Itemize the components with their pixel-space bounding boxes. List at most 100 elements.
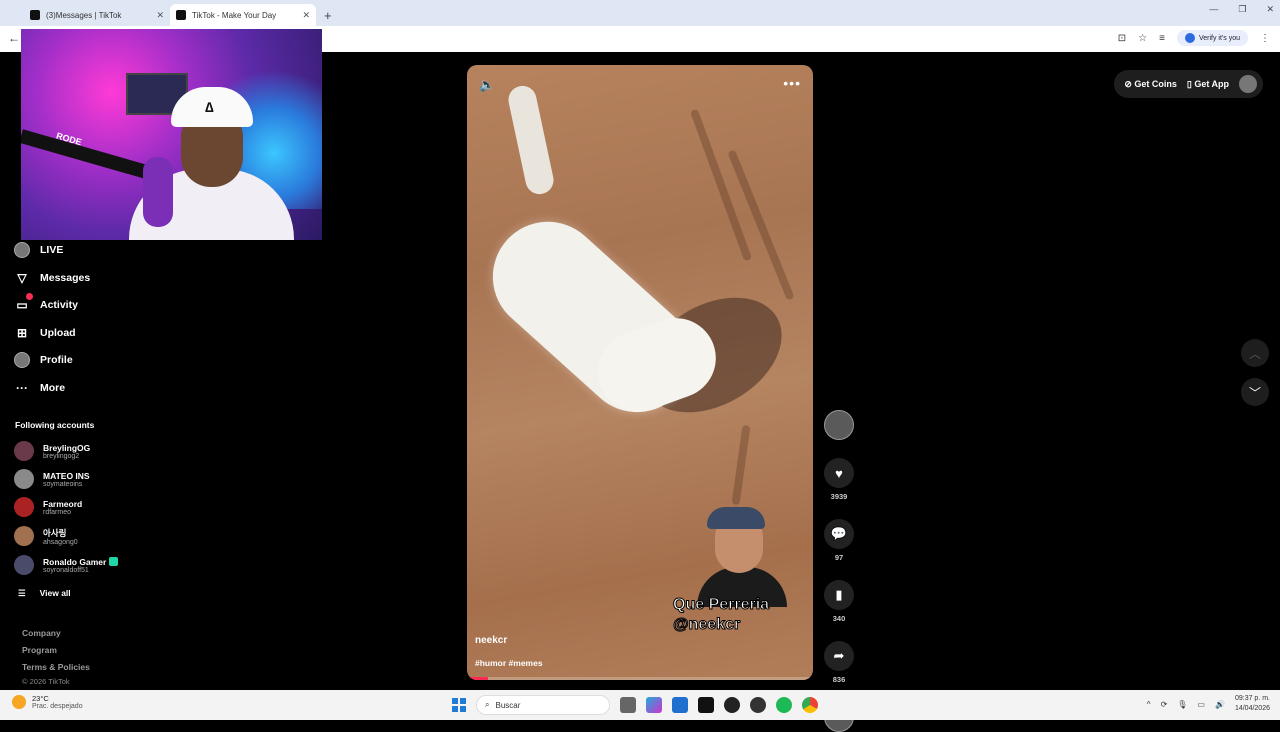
footer-link-terms[interactable]: Terms & Policies bbox=[22, 662, 90, 672]
bookmark-icon[interactable]: ▮ bbox=[824, 580, 854, 610]
dog-tail bbox=[505, 83, 557, 197]
capcut-icon[interactable] bbox=[698, 697, 714, 713]
messages-icon: ▽ bbox=[17, 271, 27, 285]
share-count: 836 bbox=[832, 675, 846, 684]
live-avatar-icon bbox=[14, 242, 30, 258]
overlay-caption-handle: @neekcr bbox=[672, 616, 741, 634]
microphone bbox=[143, 157, 173, 227]
following-account[interactable]: MATEO INS soymateoins bbox=[14, 469, 90, 489]
weather-condition: Prac. despejado bbox=[32, 703, 83, 710]
obs-icon[interactable] bbox=[724, 697, 740, 713]
install-icon[interactable]: ⊡ bbox=[1118, 33, 1126, 44]
sidebar-item-upload[interactable]: ⊞ Upload bbox=[14, 325, 76, 341]
account-handle: soymateoins bbox=[43, 480, 83, 488]
user-avatar[interactable] bbox=[1239, 75, 1257, 93]
avatar bbox=[14, 441, 34, 461]
maximize-icon[interactable]: ❐ bbox=[1238, 4, 1246, 15]
recorder-icon[interactable] bbox=[750, 697, 766, 713]
more-icon: ··· bbox=[16, 381, 28, 395]
creator-cap bbox=[707, 507, 765, 529]
account-handle: ahsagong0 bbox=[43, 538, 78, 546]
bookmark-star-icon[interactable]: ☆ bbox=[1138, 33, 1147, 44]
overlay-caption-line: Que Perreria bbox=[672, 596, 770, 614]
sidebar-item-profile[interactable]: Profile bbox=[14, 352, 73, 368]
like-action[interactable]: ♥ 3939 bbox=[823, 458, 855, 501]
following-account[interactable]: BreylingOG breylingog2 bbox=[14, 441, 90, 461]
account-handle: soyronaldoff51 bbox=[43, 566, 89, 574]
search-icon: ⌕ bbox=[485, 700, 490, 709]
get-app-label: Get App bbox=[1194, 78, 1229, 89]
store-icon[interactable] bbox=[672, 697, 688, 713]
speaker-icon[interactable]: 🔊 bbox=[1215, 700, 1225, 709]
close-icon[interactable]: ✕ bbox=[302, 10, 310, 21]
minimize-icon[interactable]: — bbox=[1209, 4, 1218, 15]
window-controls: — ❐ ✕ bbox=[1209, 4, 1274, 15]
video-progress-bar[interactable] bbox=[467, 677, 813, 680]
close-icon[interactable]: ✕ bbox=[156, 10, 164, 21]
sidebar-item-more[interactable]: ··· More bbox=[14, 380, 65, 396]
tab-tiktok[interactable]: TikTok - Make Your Day ✕ bbox=[170, 4, 316, 26]
video-player[interactable]: 🔈 ••• Que Perreria @neekcr neekcr #humor… bbox=[467, 65, 813, 680]
verify-button[interactable]: Verify it's you bbox=[1176, 30, 1248, 46]
sidebar-item-live[interactable]: LIVE bbox=[14, 242, 63, 258]
chrome-icon[interactable] bbox=[802, 697, 818, 713]
activity-icon: ▭ bbox=[14, 293, 33, 313]
chevron-down-icon: ﹀ bbox=[1248, 385, 1261, 400]
footer-link-company[interactable]: Company bbox=[22, 628, 61, 638]
back-icon[interactable]: ← bbox=[8, 31, 20, 45]
media-icon[interactable]: ≡ bbox=[1159, 33, 1165, 44]
comment-icon[interactable]: 💬 bbox=[824, 519, 854, 549]
taskbar-apps: ⌕ Buscar bbox=[452, 695, 818, 715]
video-author[interactable]: neekcr bbox=[475, 635, 507, 646]
sidebar-item-label: Upload bbox=[40, 327, 76, 339]
sync-icon[interactable]: ⟳ bbox=[1161, 700, 1168, 709]
previous-video-button[interactable]: ︿ bbox=[1241, 339, 1269, 367]
heart-icon[interactable]: ♥ bbox=[824, 458, 854, 488]
save-action[interactable]: ▮ 340 bbox=[823, 580, 855, 623]
comment-action[interactable]: 💬 97 bbox=[823, 519, 855, 562]
list-icon: ☰ bbox=[18, 588, 26, 598]
coin-icon: ⊘ bbox=[1124, 78, 1135, 89]
account-name: Farmeord bbox=[43, 498, 83, 509]
following-account[interactable]: Farmeord rdfarmeo bbox=[14, 497, 82, 517]
sidebar-item-label: LIVE bbox=[40, 244, 64, 256]
get-app-button[interactable]: ▯ Get App bbox=[1187, 79, 1229, 90]
close-window-icon[interactable]: ✕ bbox=[1266, 4, 1274, 15]
sidebar-item-messages[interactable]: ▽ Messages bbox=[14, 270, 90, 286]
next-video-button[interactable]: ﹀ bbox=[1241, 378, 1269, 406]
following-account[interactable]: Ronaldo Gamer soyronaldoff51 bbox=[14, 555, 119, 575]
menu-kebab-icon[interactable]: ⋮ bbox=[1260, 33, 1270, 44]
tab-messages[interactable]: (3)Messages | TikTok ✕ bbox=[24, 4, 170, 26]
browser-tab-bar: (3)Messages | TikTok ✕ TikTok - Make You… bbox=[0, 0, 1280, 26]
volume-icon[interactable]: 🔈 bbox=[479, 77, 495, 93]
copilot-icon[interactable] bbox=[646, 697, 662, 713]
footer-link-program[interactable]: Program bbox=[22, 645, 57, 655]
get-coins-button[interactable]: ⊘ Get Coins bbox=[1124, 79, 1177, 90]
video-hashtags[interactable]: #humor #memes bbox=[475, 658, 543, 668]
clock[interactable]: 09:37 p. m. 14/04/2026 bbox=[1235, 694, 1270, 714]
verify-label: Verify it's you bbox=[1198, 34, 1240, 42]
avatar bbox=[14, 526, 34, 546]
taskbar-search[interactable]: ⌕ Buscar bbox=[476, 695, 610, 715]
chevron-up-icon[interactable]: ^ bbox=[1147, 700, 1151, 709]
view-all-button[interactable]: ☰ View all bbox=[18, 588, 71, 599]
more-options-icon[interactable]: ••• bbox=[783, 75, 801, 91]
account-name: Ronaldo Gamer bbox=[43, 557, 119, 567]
toolbar-icons: ⊡ ☆ ≡ Verify it's you ⋮ bbox=[1118, 30, 1270, 46]
windows-start-icon[interactable] bbox=[452, 698, 466, 712]
spotify-icon[interactable] bbox=[776, 697, 792, 713]
share-action[interactable]: ➦ 836 bbox=[823, 641, 855, 684]
task-view-icon[interactable] bbox=[620, 697, 636, 713]
microphone-icon[interactable]: 🎙 bbox=[1177, 700, 1187, 709]
view-all-label: View all bbox=[39, 588, 71, 598]
creator-avatar[interactable] bbox=[824, 410, 854, 440]
following-account[interactable]: 아사링 ahsagong0 bbox=[14, 526, 78, 546]
monitor-icon[interactable]: ▭ bbox=[1197, 700, 1205, 709]
get-coins-label: Get Coins bbox=[1134, 78, 1177, 89]
verified-icon bbox=[109, 557, 119, 566]
weather-widget[interactable]: 23°C Prac. despejado bbox=[12, 694, 83, 710]
new-tab-button[interactable]: + bbox=[324, 8, 332, 23]
taskbar-search-label: Buscar bbox=[495, 700, 521, 710]
sidebar-item-activity[interactable]: ▭ Activity bbox=[14, 293, 78, 313]
share-icon[interactable]: ➦ bbox=[824, 641, 854, 671]
